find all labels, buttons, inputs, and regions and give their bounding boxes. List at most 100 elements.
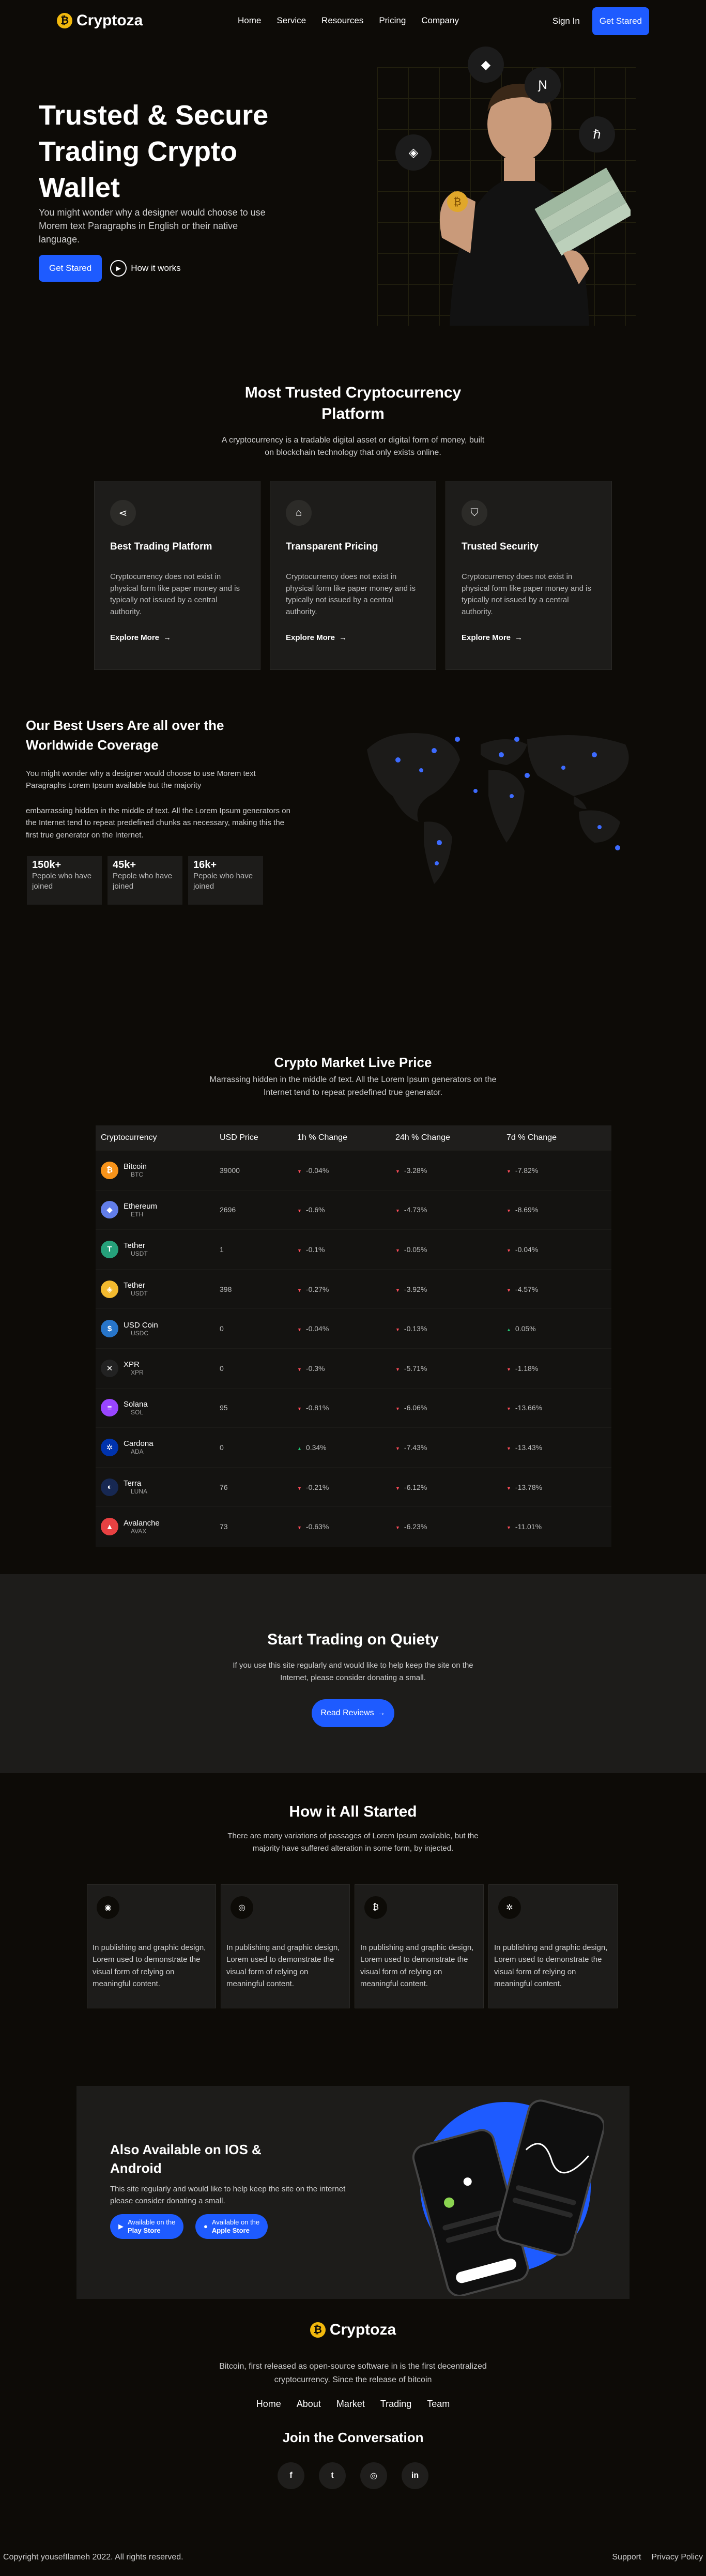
usd-price: 2696 (220, 1206, 236, 1214)
coin-label: Tether USDT (124, 1281, 148, 1297)
change-1h: ▼ -0.63% (297, 1522, 395, 1531)
change-value: -0.04% (305, 1324, 329, 1333)
store-name: Apple Store (211, 2227, 250, 2234)
nav-link-company[interactable]: Company (421, 16, 459, 26)
triangle-down-icon: ▼ (395, 1327, 400, 1333)
table-row[interactable]: ◆ Ethereum ETH 2696 ▼ -0.6% ▼ -4.73% ▼ -8.69% (96, 1190, 611, 1230)
brand-logo[interactable]: ₿ Cryptoza (57, 12, 143, 29)
coin-name: Tether (124, 1281, 145, 1290)
person-with-money-image: ₿ (439, 83, 631, 326)
change-value: -6.06% (404, 1404, 427, 1412)
hero-get-started-button[interactable]: Get Stared (39, 255, 102, 282)
change-24h: ▼ -5.71% (395, 1364, 507, 1373)
read-reviews-label: Read Reviews (320, 1709, 374, 1717)
table-row[interactable]: ≡ Solana SOL 95 ▼ -0.81% ▼ -6.06% ▼ -13.66% (96, 1388, 611, 1428)
coin-icon: ✕ (101, 1359, 118, 1377)
nav-link-service[interactable]: Service (277, 16, 306, 26)
privacy-policy-link[interactable]: Privacy Policy (651, 2553, 703, 2562)
get-started-button[interactable]: Get Stared (592, 7, 649, 35)
bitcoin-icon: ₿ (364, 1896, 387, 1919)
triangle-down-icon: ▼ (395, 1366, 400, 1372)
table-row[interactable]: T Tether USDT 1 ▼ -0.1% ▼ -0.05% ▼ -0.04% (96, 1229, 611, 1269)
coin-icon: ₿ (101, 1161, 118, 1179)
linkedin-icon[interactable]: in (402, 2462, 428, 2489)
usd-price: 95 (220, 1404, 228, 1412)
change-1h: ▼ -0.1% (297, 1245, 395, 1254)
bitcoin-icon: ₿ (310, 2322, 326, 2338)
change-value: -6.23% (404, 1522, 427, 1531)
table-row[interactable]: ₿ Bitcoin BTC 39000 ▼ -0.04% ▼ -3.28% ▼ -7.82% (96, 1150, 611, 1190)
change-7d: ▼ -4.57% (507, 1285, 610, 1293)
triangle-up-icon: ▲ (507, 1327, 511, 1333)
bitcoin-icon: ₿ (57, 13, 72, 28)
explore-more-link[interactable]: Explore More → (110, 633, 244, 642)
col-7d-change: 7d % Change (507, 1133, 557, 1142)
arrow-right-icon: → (339, 633, 347, 642)
coin-label: Tether USDT (124, 1241, 148, 1257)
change-value: -7.82% (515, 1166, 539, 1175)
change-1h: ▲ 0.34% (297, 1443, 395, 1452)
change-value: -11.01% (515, 1522, 542, 1531)
started-card: ₿ In publishing and graphic design, Lorem… (355, 1884, 484, 2008)
hero-illustration: ₿ ◈ ◆ Ɲ ℏ (357, 47, 636, 326)
table-row[interactable]: ▲ Avalanche AVAX 73 ▼ -0.63% ▼ -6.23% ▼ -11.01% (96, 1506, 611, 1546)
read-reviews-button[interactable]: Read Reviews → (312, 1699, 394, 1727)
play-store-label: Available on the Play Store (128, 2218, 175, 2234)
footer-link-trading[interactable]: Trading (380, 2399, 411, 2410)
coin-symbol: ADA (131, 1448, 144, 1456)
coin-label: USD Coin USDC (124, 1321, 158, 1337)
instagram-icon[interactable]: ◎ (360, 2462, 387, 2489)
explore-more-link[interactable]: Explore More → (286, 633, 420, 642)
change-value: -0.04% (305, 1166, 329, 1175)
table-row[interactable]: ✲ Cardona ADA 0 ▲ 0.34% ▼ -7.43% ▼ -13.43% (96, 1427, 611, 1467)
triangle-down-icon: ▼ (395, 1525, 400, 1531)
change-24h: ▼ -6.12% (395, 1483, 507, 1491)
coin-icon: ≡ (101, 1399, 118, 1417)
footer-link-team[interactable]: Team (427, 2399, 450, 2410)
store-caption: Available on the (211, 2218, 260, 2227)
sun-icon: ✲ (498, 1896, 521, 1919)
coin-icon: ◈ (101, 1280, 118, 1298)
twitter-icon[interactable]: t (319, 2462, 346, 2489)
nav-actions: Sign In Get Stared (552, 7, 649, 35)
pulse-icon: ◉ (97, 1896, 119, 1919)
usd-price: 1 (220, 1245, 224, 1254)
table-row[interactable]: ✕ XPR XPR 0 ▼ -0.3% ▼ -5.71% ▼ -1.18% (96, 1348, 611, 1388)
nav-link-resources[interactable]: Resources (321, 16, 363, 26)
feature-title: Trusted Security (462, 541, 539, 552)
platform-title: Most Trusted Cryptocurrency Platform (244, 384, 462, 422)
coin-cell: T Tether USDT (96, 1240, 220, 1258)
table-header: Cryptocurrency USD Price 1h % Change 24h… (96, 1125, 611, 1150)
sign-in-link[interactable]: Sign In (552, 16, 580, 26)
triangle-down-icon: ▼ (507, 1208, 511, 1214)
change-7d: ▲ 0.05% (507, 1324, 610, 1333)
change-7d: ▼ -13.43% (507, 1443, 610, 1452)
table-row[interactable]: ◈ Tether USDT 398 ▼ -0.27% ▼ -3.92% ▼ -4.57% (96, 1269, 611, 1309)
stat-value: 16k+ (193, 859, 217, 871)
store-caption: Available on the (128, 2218, 176, 2227)
change-value: -0.13% (404, 1324, 427, 1333)
explore-more-link[interactable]: Explore More → (462, 633, 596, 642)
triangle-down-icon: ▼ (395, 1485, 400, 1491)
triangle-down-icon: ▼ (297, 1366, 302, 1372)
nav-link-home[interactable]: Home (238, 16, 261, 26)
apple-store-button[interactable]: ● Available on the Apple Store (195, 2214, 268, 2239)
footer-link-home[interactable]: Home (256, 2399, 281, 2410)
change-value: -0.81% (305, 1404, 329, 1412)
play-store-button[interactable]: ▶ Available on the Play Store (110, 2214, 184, 2239)
footer-link-about[interactable]: About (297, 2399, 321, 2410)
table-row[interactable]: $ USD Coin USDC 0 ▼ -0.04% ▼ -0.13% ▲ 0.05% (96, 1308, 611, 1348)
nav-link-pricing[interactable]: Pricing (379, 16, 406, 26)
footer-logo[interactable]: ₿ Cryptoza (310, 2321, 396, 2339)
support-link[interactable]: Support (612, 2553, 641, 2562)
triangle-down-icon: ▼ (507, 1485, 511, 1491)
facebook-icon[interactable]: f (278, 2462, 304, 2489)
change-value: -3.28% (404, 1166, 427, 1175)
table-row[interactable]: ◐ Terra LUNA 76 ▼ -0.21% ▼ -6.12% ▼ -13.78% (96, 1467, 611, 1507)
col-24h-change: 24h % Change (395, 1133, 450, 1142)
change-7d: ▼ -8.69% (507, 1206, 610, 1214)
hero-title: Trusted & Secure Trading Crypto Wallet (39, 100, 269, 204)
how-it-works-link[interactable]: ▶ How it works (110, 260, 181, 277)
footer-link-market[interactable]: Market (336, 2399, 365, 2410)
binance-icon: ◈ (408, 145, 419, 160)
